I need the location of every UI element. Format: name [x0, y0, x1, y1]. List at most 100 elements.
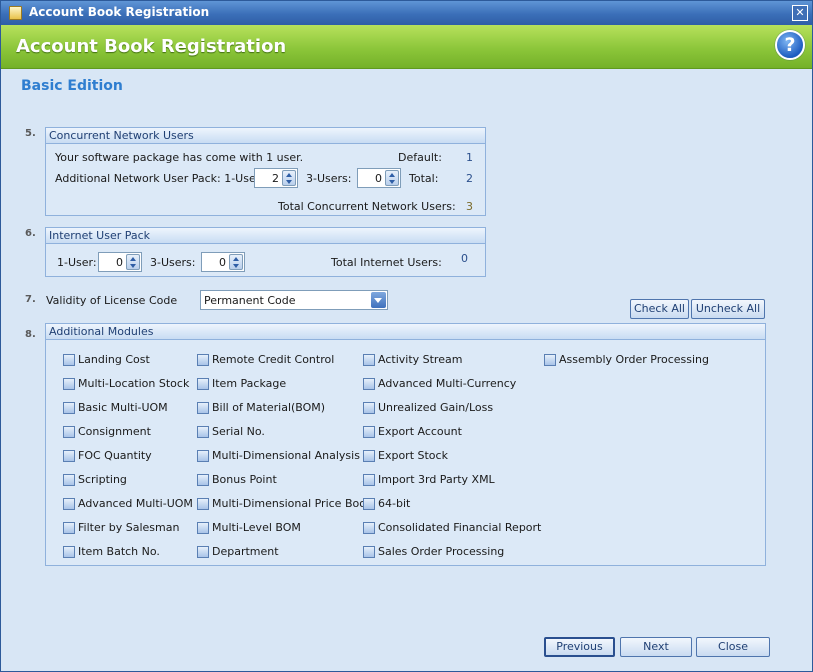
internet-three-user-stepper[interactable]: 0: [201, 252, 245, 272]
checkbox-icon[interactable]: [363, 354, 375, 366]
module-label: Filter by Salesman: [78, 521, 180, 534]
license-validity-value: Permanent Code: [204, 294, 296, 307]
checkbox-icon[interactable]: [197, 498, 209, 510]
grand-total-value: 3: [466, 200, 473, 213]
title-bar: Account Book Registration ✕: [1, 1, 812, 25]
section-number-5: 5.: [25, 128, 36, 139]
module-label: Basic Multi-UOM: [78, 401, 168, 414]
checkbox-icon[interactable]: [363, 474, 375, 486]
internet-one-user-stepper[interactable]: 0: [98, 252, 142, 272]
checkbox-icon[interactable]: [363, 546, 375, 558]
spin-arrows-icon[interactable]: [126, 254, 140, 270]
module-label: Item Batch No.: [78, 545, 160, 558]
checkbox-icon[interactable]: [197, 474, 209, 486]
checkbox-icon[interactable]: [63, 402, 75, 414]
checkbox-icon[interactable]: [197, 522, 209, 534]
module-label: Sales Order Processing: [378, 545, 505, 558]
concurrent-intro-text: Your software package has come with 1 us…: [55, 151, 304, 164]
header-title: Account Book Registration: [16, 36, 287, 57]
module-label: Scripting: [78, 473, 127, 486]
checkbox-icon[interactable]: [63, 426, 75, 438]
network-pack-label: Additional Network User Pack: 1-User:: [55, 172, 264, 185]
module-label: Import 3rd Party XML: [378, 473, 495, 486]
checkbox-icon[interactable]: [197, 378, 209, 390]
module-label: 64-bit: [378, 497, 411, 510]
checkbox-icon[interactable]: [544, 354, 556, 366]
internet-total-value: 0: [461, 252, 468, 265]
checkbox-icon[interactable]: [63, 450, 75, 462]
default-value: 1: [466, 151, 473, 164]
header-band: Account Book Registration ?: [1, 25, 812, 69]
module-label: Advanced Multi-Currency: [378, 377, 517, 390]
network-total-label: Total:: [409, 172, 439, 185]
section-number-8: 8.: [25, 329, 36, 340]
checkbox-icon[interactable]: [197, 546, 209, 558]
module-label: Department: [212, 545, 279, 558]
license-validity-label: Validity of License Code: [46, 294, 178, 307]
internet-users-title: Internet User Pack: [46, 228, 485, 244]
chevron-down-icon[interactable]: [371, 292, 386, 308]
internet-total-label: Total Internet Users:: [331, 256, 442, 269]
module-label: Multi-Dimensional Analysis: [212, 449, 360, 462]
edition-title: Basic Edition: [21, 78, 123, 94]
module-label: Advanced Multi-UOM: [78, 497, 193, 510]
window-close-button[interactable]: ✕: [792, 5, 808, 21]
license-validity-select[interactable]: Permanent Code: [200, 290, 388, 310]
module-label: FOC Quantity: [78, 449, 152, 462]
network-total-value: 2: [466, 172, 473, 185]
checkbox-icon[interactable]: [197, 402, 209, 414]
registration-window: Account Book Registration ✕ Account Book…: [0, 0, 813, 672]
close-button[interactable]: Close: [696, 637, 770, 657]
checkbox-icon[interactable]: [363, 378, 375, 390]
module-label: Bill of Material(BOM): [212, 401, 326, 414]
module-label: Landing Cost: [78, 353, 150, 366]
help-icon[interactable]: ?: [775, 30, 805, 60]
concurrent-users-group: Concurrent Network Users Your software p…: [45, 127, 486, 216]
default-label: Default:: [398, 151, 442, 164]
spin-arrows-icon[interactable]: [229, 254, 243, 270]
checkbox-icon[interactable]: [63, 378, 75, 390]
module-label: Unrealized Gain/Loss: [378, 401, 494, 414]
internet-three-user-label: 3-Users:: [150, 256, 196, 269]
spin-arrows-icon[interactable]: [282, 170, 296, 186]
checkbox-icon[interactable]: [363, 522, 375, 534]
module-label: Multi-Dimensional Price Book: [212, 497, 373, 510]
module-label: Consolidated Financial Report: [378, 521, 542, 534]
module-label: Consignment: [78, 425, 151, 438]
grand-total-label: Total Concurrent Network Users:: [278, 200, 456, 213]
module-label: Export Account: [378, 425, 462, 438]
checkbox-icon[interactable]: [363, 426, 375, 438]
checkbox-icon[interactable]: [363, 450, 375, 462]
module-label: Multi-Location Stock: [78, 377, 190, 390]
internet-three-user-value: 0: [219, 256, 226, 269]
three-user-pack-value: 0: [375, 172, 382, 185]
checkbox-icon[interactable]: [63, 354, 75, 366]
spin-arrows-icon[interactable]: [385, 170, 399, 186]
app-icon: [9, 6, 22, 20]
checkbox-icon[interactable]: [63, 498, 75, 510]
checkbox-icon[interactable]: [363, 402, 375, 414]
module-label: Item Package: [212, 377, 287, 390]
one-user-pack-value: 2: [272, 172, 279, 185]
checkbox-icon[interactable]: [197, 426, 209, 438]
checkbox-icon[interactable]: [63, 522, 75, 534]
checkbox-icon[interactable]: [197, 354, 209, 366]
one-user-pack-stepper[interactable]: 2: [254, 168, 298, 188]
next-button[interactable]: Next: [620, 637, 692, 657]
internet-one-user-label: 1-User:: [57, 256, 97, 269]
uncheck-all-button[interactable]: Uncheck All: [691, 299, 765, 319]
previous-button[interactable]: Previous: [544, 637, 615, 657]
section-number-6: 6.: [25, 228, 36, 239]
module-label: Multi-Level BOM: [212, 521, 301, 534]
checkbox-icon[interactable]: [197, 450, 209, 462]
section-number-7: 7.: [25, 294, 36, 305]
three-user-pack-stepper[interactable]: 0: [357, 168, 401, 188]
concurrent-users-title: Concurrent Network Users: [46, 128, 485, 144]
module-label: Remote Credit Control: [212, 353, 335, 366]
module-label: Activity Stream: [378, 353, 463, 366]
checkbox-icon[interactable]: [63, 546, 75, 558]
checkbox-icon[interactable]: [63, 474, 75, 486]
check-all-button[interactable]: Check All: [630, 299, 689, 319]
internet-one-user-value: 0: [116, 256, 123, 269]
checkbox-icon[interactable]: [363, 498, 375, 510]
